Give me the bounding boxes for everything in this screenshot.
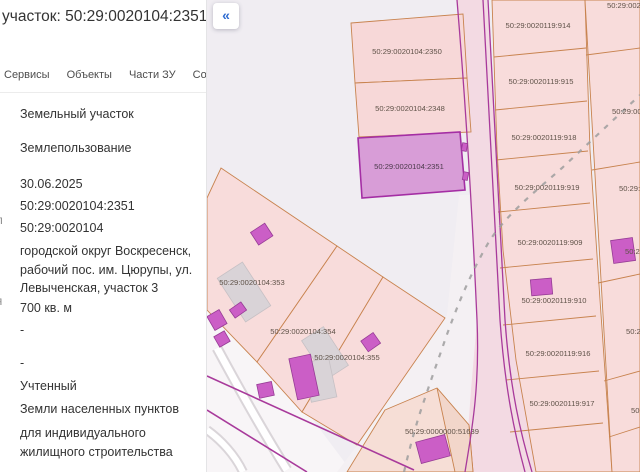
field-area: 700 кв. м [20,301,72,315]
field-date: 30.06.2025 [20,177,83,191]
parcel-label-partial: 50:29:0020 [607,1,640,10]
field-dash-2: - [20,356,25,370]
field-object-type: Земельный участок [20,107,134,121]
field-address: городской округ Воскресенск, рабочий пос… [20,244,193,295]
parcel-label: 50:29:0020119:909 [518,238,583,247]
page-title: участок: 50:29:0020104:2351 [2,8,207,25]
field-cadastral-block: 50:29:0020104 [20,221,104,235]
parcel-label-partial: 50:29:00 [612,107,640,116]
field-land-category: Земли населенных пунктов [20,402,179,416]
clipped-label-fragment: я [0,296,2,308]
divider [0,92,206,93]
parcel-label-partial: 50:29:0020 [619,184,640,193]
clipped-label-fragment: л [0,215,3,227]
parcel-label: 50:29:0020119:919 [515,183,580,192]
cadastral-map-app: участок: 50:29:0020104:2351 Сервисы Объе… [0,0,640,472]
selected-parcel-label: 50:29:0020104:2351 [374,162,444,171]
field-dash-1: - [20,323,25,337]
building [256,381,275,399]
parcel-label: 50:29:0020104:353 [219,278,284,287]
parcel-label: 50:29:0020119:917 [530,399,595,408]
tab-objects[interactable]: Объекты [67,69,112,81]
parcel-label: 50:29:0020104:355 [314,353,379,362]
parcel-label: 50:29:0020119:915 [509,77,574,86]
parcel-label: 50:29:0020119:910 [522,296,587,305]
panel-tabs: Сервисы Объекты Части ЗУ Состав ▸ [4,66,206,83]
field-cadastral-number: 50:29:0020104:2351 [20,199,135,213]
parcel-label: 50:29:0020104:354 [270,327,335,336]
parcel-label-partial: 50:29 [625,247,640,256]
tab-sostav[interactable]: Состав [193,69,206,81]
parcel-label-partial: 50:2 [626,327,640,336]
parcel-label: 50:29:0020119:914 [506,21,571,30]
parcel-label-partial: 50 [631,406,639,415]
parcel-label: 50:29:0020119:916 [526,349,591,358]
parcel-info-panel: участок: 50:29:0020104:2351 Сервисы Объе… [0,0,207,472]
parcel-label: 50:29:0000000:51639 [405,427,479,436]
collapse-panel-button[interactable]: « [213,3,239,29]
field-status: Учтенный [20,379,77,393]
map-canvas[interactable]: « 50:29:0020104:2350 50:29:0020104:2348 … [207,0,640,472]
field-land-use: Землепользование [20,141,132,155]
building [461,171,470,181]
tab-zu-parts[interactable]: Части ЗУ [129,69,176,81]
building [529,277,554,297]
parcel-label: 50:29:0020119:918 [512,133,577,142]
building [460,142,469,152]
cadastral-map-svg[interactable]: 50:29:0020104:2350 50:29:0020104:2348 50… [207,0,640,472]
parcel-label: 50:29:0020104:2350 [372,47,442,56]
chevrons-left-icon: « [222,7,230,23]
parcel-label: 50:29:0020104:2348 [375,104,445,113]
field-permitted-use: для индивидуального жилищного строительс… [20,426,173,459]
tab-services[interactable]: Сервисы [4,69,50,81]
